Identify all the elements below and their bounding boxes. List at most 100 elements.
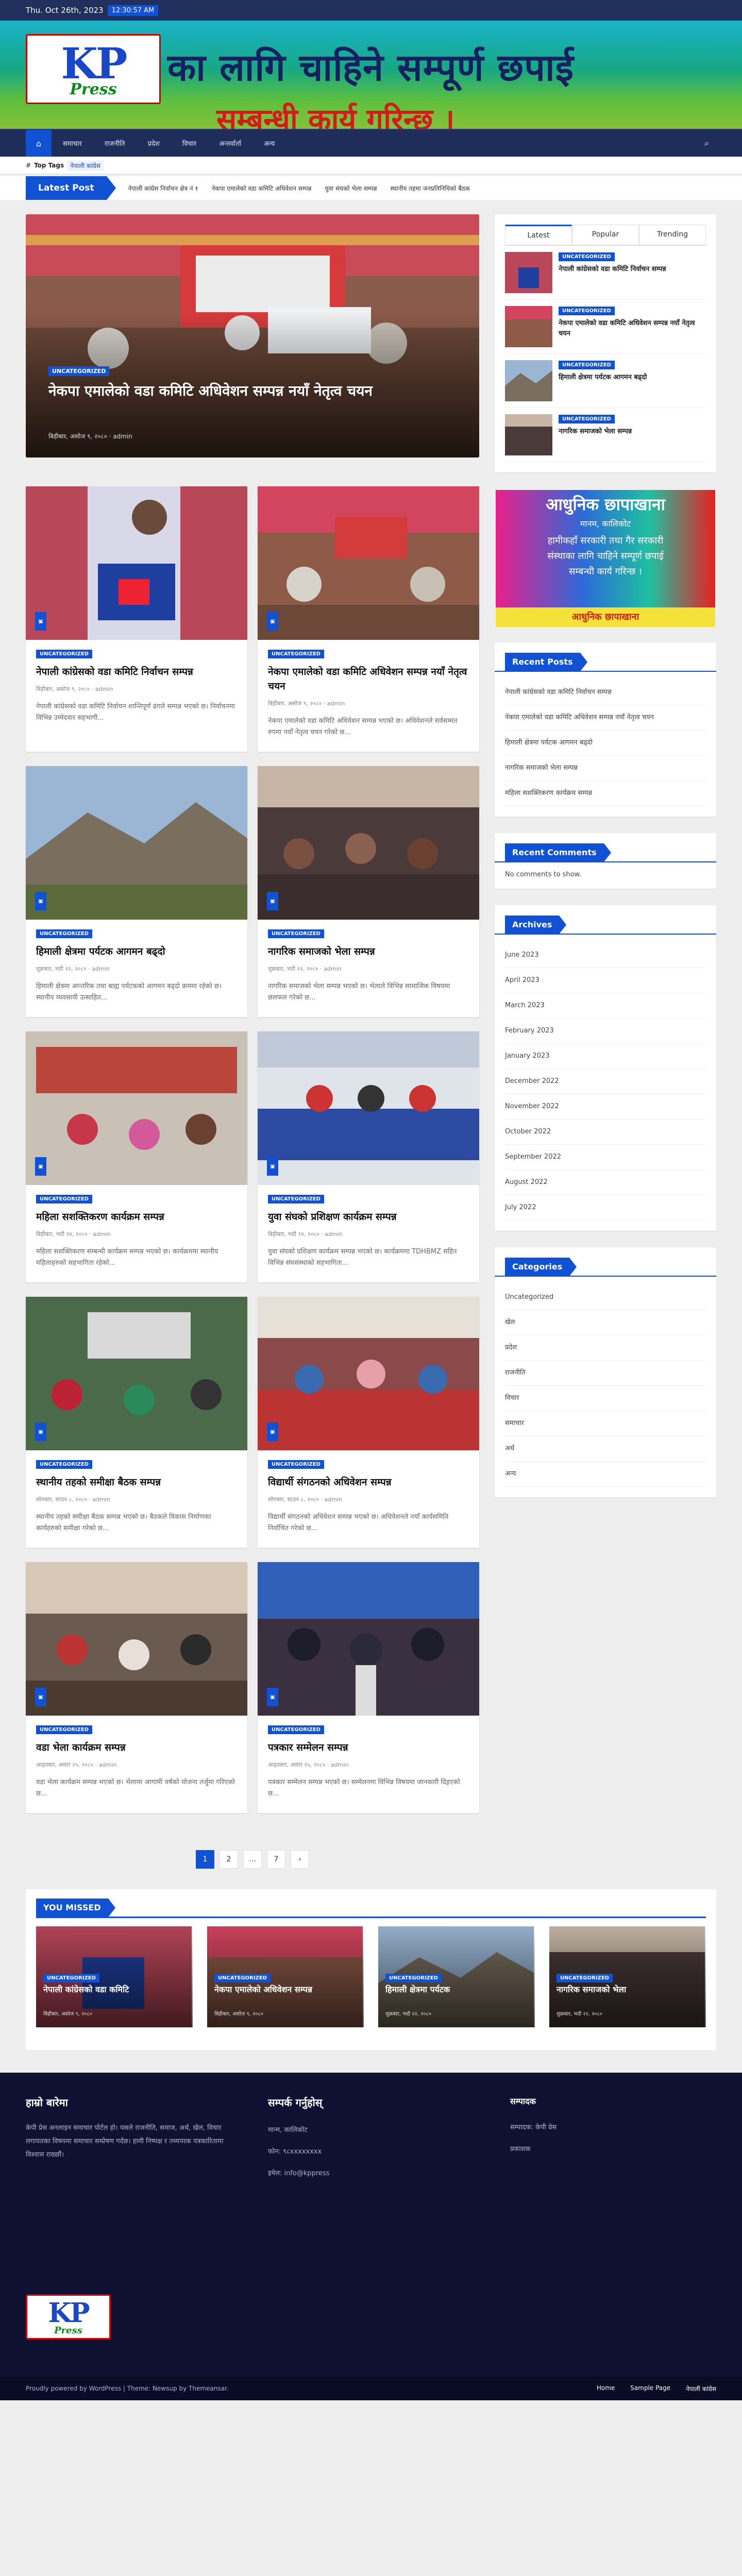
- search-icon[interactable]: ⌕: [704, 138, 716, 148]
- advertisement-banner[interactable]: आधुनिक छापाखाना मानम, कालिकोट हामीकहाँ स…: [495, 489, 716, 628]
- ticker-item[interactable]: युवा संघको भेला सम्पन्न: [325, 184, 377, 193]
- missed-post-title[interactable]: हिमाली क्षेत्रमा पर्यटक: [385, 1984, 528, 1995]
- tab-post-title[interactable]: हिमाली क्षेत्रमा पर्यटक आगमन बढ्दो: [559, 372, 647, 383]
- tab-post-title[interactable]: नेकपा एमालेको वडा कमिटि अधिवेशन सम्पन्न …: [559, 318, 706, 339]
- footer-menu-home[interactable]: Home: [597, 2384, 615, 2393]
- tab-post-item[interactable]: UNCATEGORIZED नेकपा एमालेको वडा कमिटि अधि…: [505, 300, 706, 354]
- post-title[interactable]: युवा संघको प्रशिक्षण कार्यक्रम सम्पन्न: [268, 1210, 469, 1224]
- page-link[interactable]: 1: [196, 1850, 214, 1869]
- missed-post-card[interactable]: UNCATEGORIZED नागरिक समाजको भेला शुक्रबा…: [549, 1926, 706, 2027]
- archive-link[interactable]: September 2022: [505, 1145, 706, 1170]
- nav-item[interactable]: अन्य: [252, 139, 286, 148]
- footer-logo[interactable]: KP Press: [26, 2294, 111, 2340]
- next-page-button[interactable]: ›: [291, 1850, 309, 1869]
- category-link[interactable]: विचार: [505, 1386, 706, 1411]
- post-title[interactable]: नेपाली कांग्रेसको वडा कमिटि निर्वाचन सम्…: [36, 665, 237, 679]
- post-image[interactable]: ▣: [258, 1297, 479, 1450]
- missed-post-title[interactable]: नेपाली कांग्रेसको वडा कमिटि: [43, 1984, 185, 1995]
- tab-post-item[interactable]: UNCATEGORIZED नागरिक समाजको भेला सम्पन्न: [505, 408, 706, 462]
- archive-link[interactable]: February 2023: [505, 1019, 706, 1044]
- category-badge[interactable]: UNCATEGORIZED: [268, 929, 324, 938]
- recent-post-link[interactable]: हिमाली क्षेत्रमा पर्यटक आगमन बढ्दो: [505, 731, 706, 756]
- post-title[interactable]: नेकपा एमालेको वडा कमिटि अधिवेशन सम्पन्न …: [268, 665, 469, 693]
- category-badge[interactable]: UNCATEGORIZED: [559, 415, 615, 423]
- category-link[interactable]: अन्य: [505, 1462, 706, 1487]
- nav-item[interactable]: समाचार: [52, 139, 93, 148]
- post-image[interactable]: ▣: [26, 1562, 247, 1716]
- nav-item[interactable]: प्रदेश: [137, 139, 171, 148]
- featured-title[interactable]: नेकपा एमालेको वडा कमिटि अधिवेशन सम्पन्न …: [48, 380, 459, 402]
- footer-menu-item[interactable]: नेपाली कांग्रेस: [686, 2384, 716, 2393]
- post-title[interactable]: विद्यार्थी संगठनको अधिवेशन सम्पन्न: [268, 1475, 469, 1489]
- ticker-item[interactable]: नेकपा एमालेको वडा कमिटि अधिवेशन सम्पन्न: [212, 184, 312, 193]
- category-link[interactable]: प्रदेश: [505, 1335, 706, 1361]
- tab-post-item[interactable]: UNCATEGORIZED नेपाली कांग्रेसको वडा कमिटि…: [505, 246, 706, 300]
- nav-item[interactable]: राजनीति: [93, 139, 137, 148]
- home-icon[interactable]: ⌂: [26, 130, 52, 157]
- footer-menu-sample-page[interactable]: Sample Page: [630, 2384, 670, 2393]
- nav-item[interactable]: अन्तर्वार्ता: [208, 139, 252, 148]
- recent-post-link[interactable]: नेकपा एमालेको वडा कमिटि अधिवेशन सम्पन्न …: [505, 705, 706, 731]
- missed-post-card[interactable]: UNCATEGORIZED नेकपा एमालेको अधिवेशन सम्प…: [207, 1926, 364, 2027]
- category-link[interactable]: राजनीति: [505, 1361, 706, 1386]
- archive-link[interactable]: November 2022: [505, 1094, 706, 1120]
- post-image[interactable]: ▣: [258, 766, 479, 920]
- category-link[interactable]: समाचार: [505, 1411, 706, 1436]
- category-badge[interactable]: UNCATEGORIZED: [559, 252, 615, 261]
- ticker-item[interactable]: नेपाली कांग्रेस निर्वाचन क्षेत्र नं १: [128, 184, 198, 193]
- category-badge[interactable]: UNCATEGORIZED: [268, 650, 324, 658]
- category-link[interactable]: अर्थ: [505, 1436, 706, 1462]
- post-image[interactable]: ▣: [26, 766, 247, 920]
- post-title[interactable]: महिला सशक्तिकरण कार्यक्रम सम्पन्न: [36, 1210, 237, 1224]
- category-badge[interactable]: UNCATEGORIZED: [48, 366, 110, 376]
- category-badge[interactable]: UNCATEGORIZED: [559, 307, 615, 315]
- archive-link[interactable]: January 2023: [505, 1044, 706, 1069]
- category-badge[interactable]: UNCATEGORIZED: [268, 1725, 324, 1734]
- post-title[interactable]: नागरिक समाजको भेला सम्पन्न: [268, 944, 469, 959]
- tab-trending[interactable]: Trending: [639, 225, 706, 245]
- tab-post-title[interactable]: नेपाली कांग्रेसको वडा कमिटि निर्वाचन सम्…: [559, 264, 666, 275]
- recent-post-link[interactable]: महिला सशक्तिकरण कार्यक्रम सम्पन्न: [505, 781, 706, 806]
- category-badge[interactable]: UNCATEGORIZED: [36, 1725, 92, 1734]
- recent-post-link[interactable]: नेपाली कांग्रेसको वडा कमिटि निर्वाचन सम्…: [505, 680, 706, 705]
- tab-post-item[interactable]: UNCATEGORIZED हिमाली क्षेत्रमा पर्यटक आगम…: [505, 354, 706, 408]
- tag-link[interactable]: नेपाली कांग्रेस: [67, 160, 104, 171]
- category-badge[interactable]: UNCATEGORIZED: [43, 1974, 99, 1982]
- missed-post-card[interactable]: UNCATEGORIZED हिमाली क्षेत्रमा पर्यटक शु…: [378, 1926, 535, 2027]
- tab-popular[interactable]: Popular: [572, 225, 639, 245]
- category-badge[interactable]: UNCATEGORIZED: [36, 929, 92, 938]
- post-title[interactable]: हिमाली क्षेत्रमा पर्यटक आगमन बढ्दो: [36, 944, 237, 959]
- post-image[interactable]: ▣: [258, 1562, 479, 1716]
- recent-post-link[interactable]: नागरिक समाजको भेला सम्पन्न: [505, 756, 706, 781]
- category-badge[interactable]: UNCATEGORIZED: [36, 1195, 92, 1204]
- nav-item[interactable]: विचार: [171, 139, 208, 148]
- tab-latest[interactable]: Latest: [505, 225, 572, 245]
- post-image[interactable]: ▣: [26, 486, 247, 640]
- post-image[interactable]: ▣: [26, 1297, 247, 1450]
- missed-post-title[interactable]: नागरिक समाजको भेला: [556, 1984, 699, 1995]
- missed-post-card[interactable]: UNCATEGORIZED नेपाली कांग्रेसको वडा कमिट…: [36, 1926, 193, 2027]
- archive-link[interactable]: August 2022: [505, 1170, 706, 1195]
- category-badge[interactable]: UNCATEGORIZED: [214, 1974, 271, 1982]
- category-badge[interactable]: UNCATEGORIZED: [559, 361, 615, 369]
- featured-post[interactable]: UNCATEGORIZED नेकपा एमालेको वडा कमिटि अध…: [26, 214, 479, 457]
- page-link[interactable]: 2: [220, 1850, 238, 1869]
- category-badge[interactable]: UNCATEGORIZED: [556, 1974, 613, 1982]
- archive-link[interactable]: December 2022: [505, 1069, 706, 1094]
- category-link[interactable]: Uncategorized: [505, 1285, 706, 1310]
- site-logo[interactable]: KP Press: [26, 34, 161, 104]
- post-image[interactable]: ▣: [258, 486, 479, 640]
- archive-link[interactable]: October 2022: [505, 1120, 706, 1145]
- page-link[interactable]: 7: [267, 1850, 285, 1869]
- archive-link[interactable]: June 2023: [505, 943, 706, 968]
- missed-post-title[interactable]: नेकपा एमालेको अधिवेशन सम्पन्न: [214, 1984, 357, 1995]
- category-badge[interactable]: UNCATEGORIZED: [36, 650, 92, 658]
- category-badge[interactable]: UNCATEGORIZED: [36, 1460, 92, 1469]
- category-badge[interactable]: UNCATEGORIZED: [268, 1195, 324, 1204]
- category-badge[interactable]: UNCATEGORIZED: [268, 1460, 324, 1469]
- post-image[interactable]: ▣: [258, 1031, 479, 1185]
- category-link[interactable]: खेल: [505, 1310, 706, 1335]
- post-image[interactable]: ▣: [26, 1031, 247, 1185]
- post-title[interactable]: पत्रकार सम्मेलन सम्पन्न: [268, 1740, 469, 1755]
- archive-link[interactable]: March 2023: [505, 993, 706, 1019]
